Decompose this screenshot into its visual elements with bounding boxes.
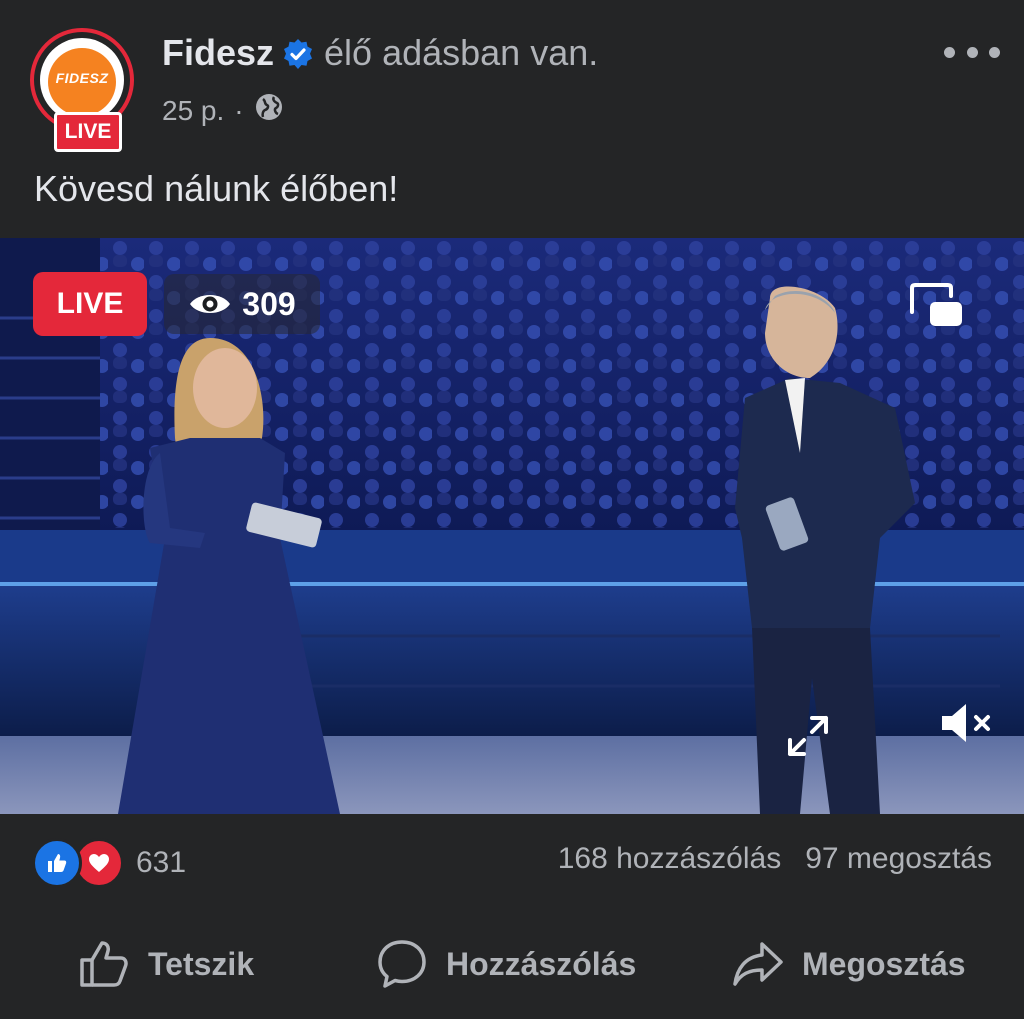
avatar-logo-text: FIDESZ (55, 70, 109, 86)
post-text: Kövesd nálunk élőben! (34, 168, 399, 209)
more-dot (944, 46, 955, 58)
post-time[interactable]: 25 p. (162, 95, 224, 127)
comment-count[interactable]: 168 hozzászólás (558, 842, 781, 875)
engagement-counts: 168 hozzászólás 97 megosztás (558, 842, 992, 876)
like-reaction-icon (32, 838, 82, 888)
post-header: FIDESZ LIVE Fidesz élő adásban van. 25 p… (0, 0, 1024, 152)
avatar-image: FIDESZ (40, 38, 124, 122)
post-title-line: Fidesz élő adásban van. (162, 32, 598, 74)
like-button[interactable]: Tetszik (78, 932, 254, 996)
viewer-count: 309 (242, 285, 296, 322)
verified-badge-icon (282, 37, 314, 69)
live-video-player[interactable] (0, 238, 1024, 814)
like-label: Tetszik (148, 945, 255, 982)
video-frame (0, 238, 1024, 814)
share-count[interactable]: 97 megosztás (805, 842, 992, 875)
share-label: Megosztás (802, 945, 966, 982)
page-avatar[interactable]: FIDESZ LIVE (30, 28, 142, 152)
live-status-text: élő adásban van. (324, 32, 599, 73)
reaction-count: 631 (136, 846, 187, 879)
more-dot (966, 46, 978, 58)
thumbs-up-icon (80, 941, 128, 987)
eye-icon (190, 295, 231, 313)
post-meta: 25 p. · (162, 92, 284, 129)
picture-in-picture-icon[interactable] (908, 282, 964, 328)
more-options-icon[interactable] (944, 42, 1000, 62)
page-name[interactable]: Fidesz (162, 32, 274, 74)
muted-speaker-icon[interactable] (940, 700, 996, 746)
share-button[interactable]: Megosztás (732, 932, 966, 996)
speech-bubble-icon (378, 940, 426, 988)
reactions-summary[interactable]: 631 (32, 838, 186, 888)
avatar-live-badge: LIVE (54, 112, 122, 152)
comment-button[interactable]: Hozzászólás (376, 932, 636, 996)
meta-separator: · (234, 94, 244, 126)
comment-label: Hozzászólás (446, 945, 637, 982)
globe-icon[interactable] (254, 92, 284, 129)
expand-icon[interactable] (784, 712, 832, 760)
live-badge: LIVE (33, 272, 147, 336)
share-arrow-icon (733, 942, 783, 986)
more-dot (989, 46, 1000, 58)
viewer-count-badge: 309 (164, 274, 320, 334)
